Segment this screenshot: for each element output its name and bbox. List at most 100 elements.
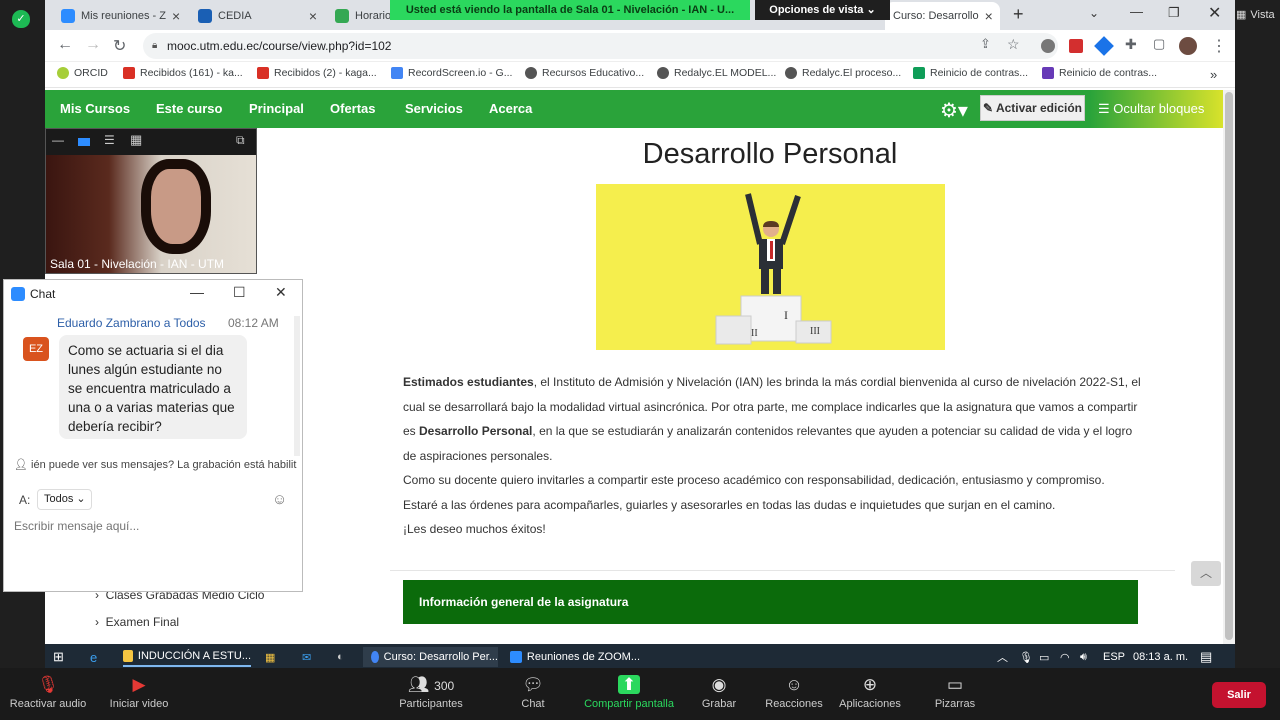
share-banner: Usted está viendo la pantalla de Sala 01…: [390, 0, 750, 20]
mic-tray-icon[interactable]: 🎙︎: [1019, 647, 1033, 667]
strip-view-icon[interactable]: ☰: [104, 133, 115, 147]
volume-icon[interactable]: 🔊︎: [1080, 647, 1087, 667]
view-options-button[interactable]: Opciones de vista ⌄: [755, 0, 890, 20]
nav-mis-cursos[interactable]: Mis Cursos: [60, 101, 130, 116]
info-general-header[interactable]: Información general de la asignatura: [403, 580, 1138, 624]
bookmark-redalyc-2[interactable]: Redalyc.El proceso...: [785, 67, 901, 79]
mic-muted-icon: 🎙︎: [37, 675, 59, 694]
pdf-extension-icon[interactable]: [1069, 39, 1083, 53]
grid-icon: ▦: [1236, 9, 1247, 21]
chat-button[interactable]: 💬︎ Chat: [488, 672, 578, 710]
section-examen-final[interactable]: › Examen Final: [95, 615, 179, 629]
close-icon[interactable]: ×: [985, 8, 993, 24]
maximize-icon[interactable]: ☐: [233, 284, 246, 301]
chat-message-input[interactable]: [14, 516, 294, 536]
chevron-down-icon[interactable]: ⌄: [1089, 6, 1099, 20]
tab-mis-reuniones[interactable]: Mis reuniones - Z ×: [53, 2, 188, 30]
start-video-button[interactable]: ▶︎ Iniciar video: [94, 672, 184, 710]
zoom-toolbar: 🎙︎ Reactivar audio ▶︎ Iniciar video 👥︎ 300…: [0, 668, 1280, 720]
back-icon[interactable]: ←: [57, 36, 73, 54]
language-indicator[interactable]: ESP: [1103, 647, 1125, 667]
tray-chevron-icon[interactable]: ︿: [997, 647, 1008, 667]
chat-scrollbar[interactable]: [294, 316, 300, 456]
bookmark-label: Reinicio de contras...: [930, 67, 1029, 79]
extension-icon[interactable]: [1041, 39, 1055, 53]
close-icon[interactable]: ×: [172, 8, 180, 24]
whiteboard-button[interactable]: ▭ Pizarras: [910, 672, 1000, 710]
star-icon[interactable]: ☆: [1007, 36, 1020, 53]
tab-horario[interactable]: Horario: [327, 2, 392, 30]
privacy-notice[interactable]: 👤︎ ién puede ver sus mensajes? La grabac…: [14, 458, 302, 471]
notifications-icon[interactable]: ▤: [1200, 647, 1212, 667]
sidepanel-icon[interactable]: ▢: [1153, 36, 1165, 52]
close-window-icon[interactable]: ✕: [1208, 3, 1221, 23]
minimize-icon[interactable]: —: [1130, 4, 1143, 19]
taskbar-item-zoom[interactable]: Reuniones de ZOOM...: [510, 647, 640, 667]
bookmark-recursos[interactable]: Recursos Educativo...: [525, 67, 644, 79]
bookmark-reinicio-2[interactable]: Reinicio de contras...: [1042, 67, 1157, 79]
taskbar-item-chrome[interactable]: Curso: Desarrollo Per...: [363, 647, 498, 667]
bookmark-gmail-2[interactable]: Recibidos (2) - kaga...: [257, 67, 377, 79]
nav-ofertas[interactable]: Ofertas: [330, 101, 376, 116]
edge-icon[interactable]: e: [90, 647, 97, 667]
participants-button[interactable]: 👥︎ 300 Participantes: [386, 672, 476, 710]
nav-principal[interactable]: Principal: [249, 101, 304, 116]
bookmarks-bar: ORCID Recibidos (161) - ka... Recibidos …: [45, 62, 1235, 88]
puzzle-icon[interactable]: ✚: [1125, 36, 1137, 53]
forward-icon[interactable]: →: [85, 36, 101, 54]
share-icon[interactable]: ⇪: [980, 36, 991, 52]
taskbar-item-induccion[interactable]: INDUCCIÓN A ESTU...: [123, 647, 251, 667]
scroll-top-button[interactable]: ︿: [1191, 561, 1221, 586]
ocultar-bloques-button[interactable]: ☰ Ocultar bloques: [1090, 90, 1235, 128]
chat-sender[interactable]: Eduardo Zambrano a Todos: [57, 316, 206, 330]
reload-icon[interactable]: ↻: [113, 36, 126, 56]
bookmark-orcid[interactable]: ORCID: [57, 67, 108, 79]
leave-button[interactable]: Salir: [1212, 682, 1266, 708]
emoji-icon[interactable]: ☺: [272, 491, 287, 508]
tab-curso[interactable]: Curso: Desarrollo ×: [885, 2, 1000, 30]
new-tab-icon[interactable]: +: [1013, 4, 1024, 25]
extension-icon[interactable]: [1094, 36, 1114, 56]
more-icon[interactable]: ⋮: [1211, 36, 1227, 56]
windows-start-icon[interactable]: ⊞: [53, 647, 64, 667]
gallery-view-icon[interactable]: ▦: [130, 132, 142, 148]
share-screen-button[interactable]: ⬆︎ Compartir pantalla: [579, 672, 679, 710]
url-field[interactable]: 🔒︎ mooc.utm.edu.ec/course/view.php?id=102: [143, 33, 1058, 59]
bookmark-redalyc-1[interactable]: Redalyc.EL MODEL...: [657, 67, 776, 79]
close-icon[interactable]: ✕: [275, 284, 287, 301]
nav-servicios[interactable]: Servicios: [405, 101, 463, 116]
bookmark-recordscreen[interactable]: RecordScreen.io - G...: [391, 67, 512, 79]
avatar[interactable]: [1179, 37, 1197, 55]
participants-label: Participantes: [399, 698, 463, 710]
minimize-icon[interactable]: —: [190, 284, 204, 300]
chevron-right-icon[interactable]: »: [1210, 67, 1217, 82]
video-tile[interactable]: — ☰ ▦ ⧉ Sala 01 - Nivelación - IAN - UTM: [45, 128, 257, 274]
speaker-view-icon[interactable]: [78, 138, 90, 146]
view-button[interactable]: ▦ Vista: [1236, 8, 1275, 22]
scrollbar-thumb[interactable]: [1225, 92, 1233, 640]
cedia-favicon-icon: [198, 9, 212, 23]
view-label: Vista: [1250, 8, 1275, 21]
apps-button[interactable]: ⊕ Aplicaciones: [825, 672, 915, 710]
close-icon[interactable]: ×: [309, 8, 317, 24]
recordscreen-icon: [391, 67, 403, 79]
bookmark-gmail-1[interactable]: Recibidos (161) - ka...: [123, 67, 243, 79]
calendar-icon[interactable]: ▦: [265, 647, 275, 667]
nav-acerca[interactable]: Acerca: [489, 101, 532, 116]
tab-cedia[interactable]: CEDIA ×: [190, 2, 325, 30]
maximize-icon[interactable]: ❐: [1168, 5, 1180, 21]
zoom-icon: [510, 651, 522, 663]
nav-este-curso[interactable]: Este curso: [156, 101, 222, 116]
exit-fullscreen-icon[interactable]: ⧉: [236, 133, 245, 148]
unmute-button[interactable]: 🎙︎ Reactivar audio: [3, 672, 93, 710]
activar-edicion-button[interactable]: ✎ Activar edición: [980, 95, 1085, 121]
recipient-select[interactable]: Todos ⌄: [37, 489, 92, 510]
minimize-video-icon[interactable]: —: [52, 133, 64, 147]
bookmark-reinicio-1[interactable]: Reinicio de contras...: [913, 67, 1028, 79]
mail-icon[interactable]: ✉: [302, 647, 311, 667]
gear-icon[interactable]: ⚙︎▾: [940, 98, 968, 123]
app-icon[interactable]: ◐: [337, 647, 344, 667]
reactions-label: Reacciones: [765, 698, 823, 710]
clock[interactable]: 08:13 a. m.: [1133, 647, 1188, 667]
wifi-icon[interactable]: ◠: [1060, 647, 1070, 667]
